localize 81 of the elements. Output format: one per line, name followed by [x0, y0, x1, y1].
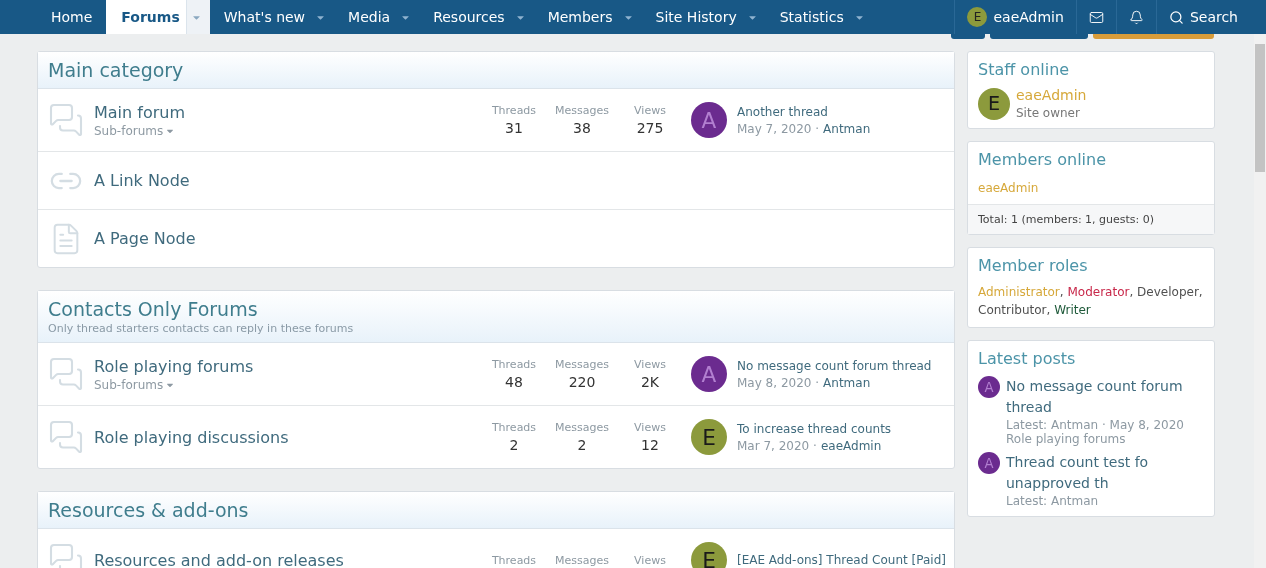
post-date: May 7, 2020 ·	[737, 121, 820, 136]
stat-label: Messages	[555, 553, 609, 567]
stat-value: 220	[568, 374, 596, 390]
role-link[interactable]: Contributor	[978, 303, 1047, 317]
stat-value: 48	[505, 374, 523, 390]
separator: ,	[1059, 285, 1064, 299]
stat-value: 38	[573, 120, 591, 136]
category-description: Only thread starters contacts can reply in these forums	[48, 322, 355, 335]
category-title: Contacts Only Forums	[48, 298, 259, 320]
role-link[interactable]: Moderator	[1067, 285, 1130, 299]
user-link[interactable]: Antman	[823, 121, 871, 136]
thread-link[interactable]: Thread count test fo unapproved th	[1006, 452, 1204, 494]
role-link[interactable]: Writer	[1054, 303, 1091, 317]
button-edge[interactable]	[951, 34, 985, 39]
scrollbar[interactable]	[1254, 34, 1266, 568]
envelope-icon	[1088, 9, 1104, 25]
avatar[interactable]: E	[978, 87, 1010, 120]
nav-tab[interactable]: Members	[533, 0, 642, 34]
avatar[interactable]: E	[691, 419, 727, 455]
thread-link[interactable]: No message count forum thread	[737, 358, 932, 373]
nav-tab[interactable]: Home	[37, 0, 107, 34]
speech-bubbles-icon	[48, 356, 84, 392]
nav-tab[interactable]: Statistics	[765, 0, 873, 34]
stat-label: Views	[634, 358, 666, 371]
card-title: Member roles	[977, 255, 1089, 277]
user-title: Site owner	[1016, 106, 1081, 120]
stat-value: 12	[641, 437, 659, 453]
stat-label: Messages	[555, 104, 609, 117]
stat-value: 275	[636, 120, 664, 136]
stat-label: Messages	[555, 421, 609, 434]
thread-link[interactable]: Another thread	[737, 104, 871, 119]
card-title: Staff online	[977, 59, 1071, 81]
stat-label: Views	[634, 553, 666, 567]
category-title: Resources & add-ons	[48, 499, 250, 521]
stat-label: Threads	[491, 358, 537, 371]
separator: ,	[1198, 285, 1203, 299]
forum-name: Role playing forums	[1006, 432, 1127, 446]
stat-value: 2K	[640, 374, 660, 390]
stat-label: Threads	[491, 553, 537, 567]
post-date: May 8, 2020 ·	[737, 375, 820, 390]
separator: ,	[1046, 303, 1051, 317]
stat-label: Threads	[491, 421, 537, 434]
separator: ,	[1129, 285, 1134, 299]
online-total: Total: 1 (members: 1, guests: 0)	[968, 204, 1214, 234]
avatar-icon: E	[967, 7, 988, 27]
nav-tab[interactable]: What's new	[209, 0, 335, 34]
node-title[interactable]: Resources and add-on releases	[94, 550, 344, 568]
thread-link[interactable]: No message count forum thread	[1006, 376, 1204, 418]
node-title[interactable]: A Link Node	[94, 171, 190, 190]
speech-bubbles-icon	[48, 419, 84, 455]
stat-value: 2	[577, 437, 587, 453]
user-link[interactable]: eaeAdmin	[820, 438, 882, 453]
stat-value: 31	[505, 120, 523, 136]
speech-bubbles-icon	[48, 102, 84, 138]
stat-value: 2	[509, 437, 519, 453]
stat-label: Views	[634, 104, 666, 117]
category-title: Main category	[48, 59, 185, 81]
thread-link[interactable]: [EAE Add-ons] Thread Count [Paid]	[737, 553, 946, 567]
stat-label: Threads	[491, 104, 537, 117]
nav-tab[interactable]: Resources	[419, 0, 534, 34]
node-title[interactable]: A Page Node	[94, 229, 196, 248]
stat-label: Views	[634, 421, 666, 434]
nav-tab[interactable]: Forums	[106, 0, 210, 34]
post-meta: Latest: Antman · May 8, 2020	[1006, 418, 1185, 432]
nav-tab[interactable]: Site History	[641, 0, 766, 34]
caret-icon[interactable]	[185, 0, 210, 34]
card-title: Members online	[977, 149, 1108, 171]
nav-tab[interactable]: Media	[334, 0, 420, 34]
user-link[interactable]: Antman	[823, 375, 871, 390]
node-title[interactable]: Main forum	[94, 102, 185, 122]
node-title[interactable]: Role playing discussions	[94, 427, 289, 447]
card-title: Latest posts	[977, 348, 1077, 370]
role-link[interactable]: Developer	[1137, 285, 1199, 299]
post-meta: Latest: Antman	[1006, 494, 1100, 508]
post-date: Mar 7, 2020 ·	[737, 438, 817, 453]
stat-label: Messages	[555, 358, 609, 371]
bell-icon	[1128, 9, 1144, 25]
thread-link[interactable]: To increase thread counts	[737, 421, 892, 436]
node-title[interactable]: Role playing forums	[94, 356, 254, 376]
avatar[interactable]: E	[691, 542, 727, 568]
search-icon	[1168, 9, 1184, 25]
